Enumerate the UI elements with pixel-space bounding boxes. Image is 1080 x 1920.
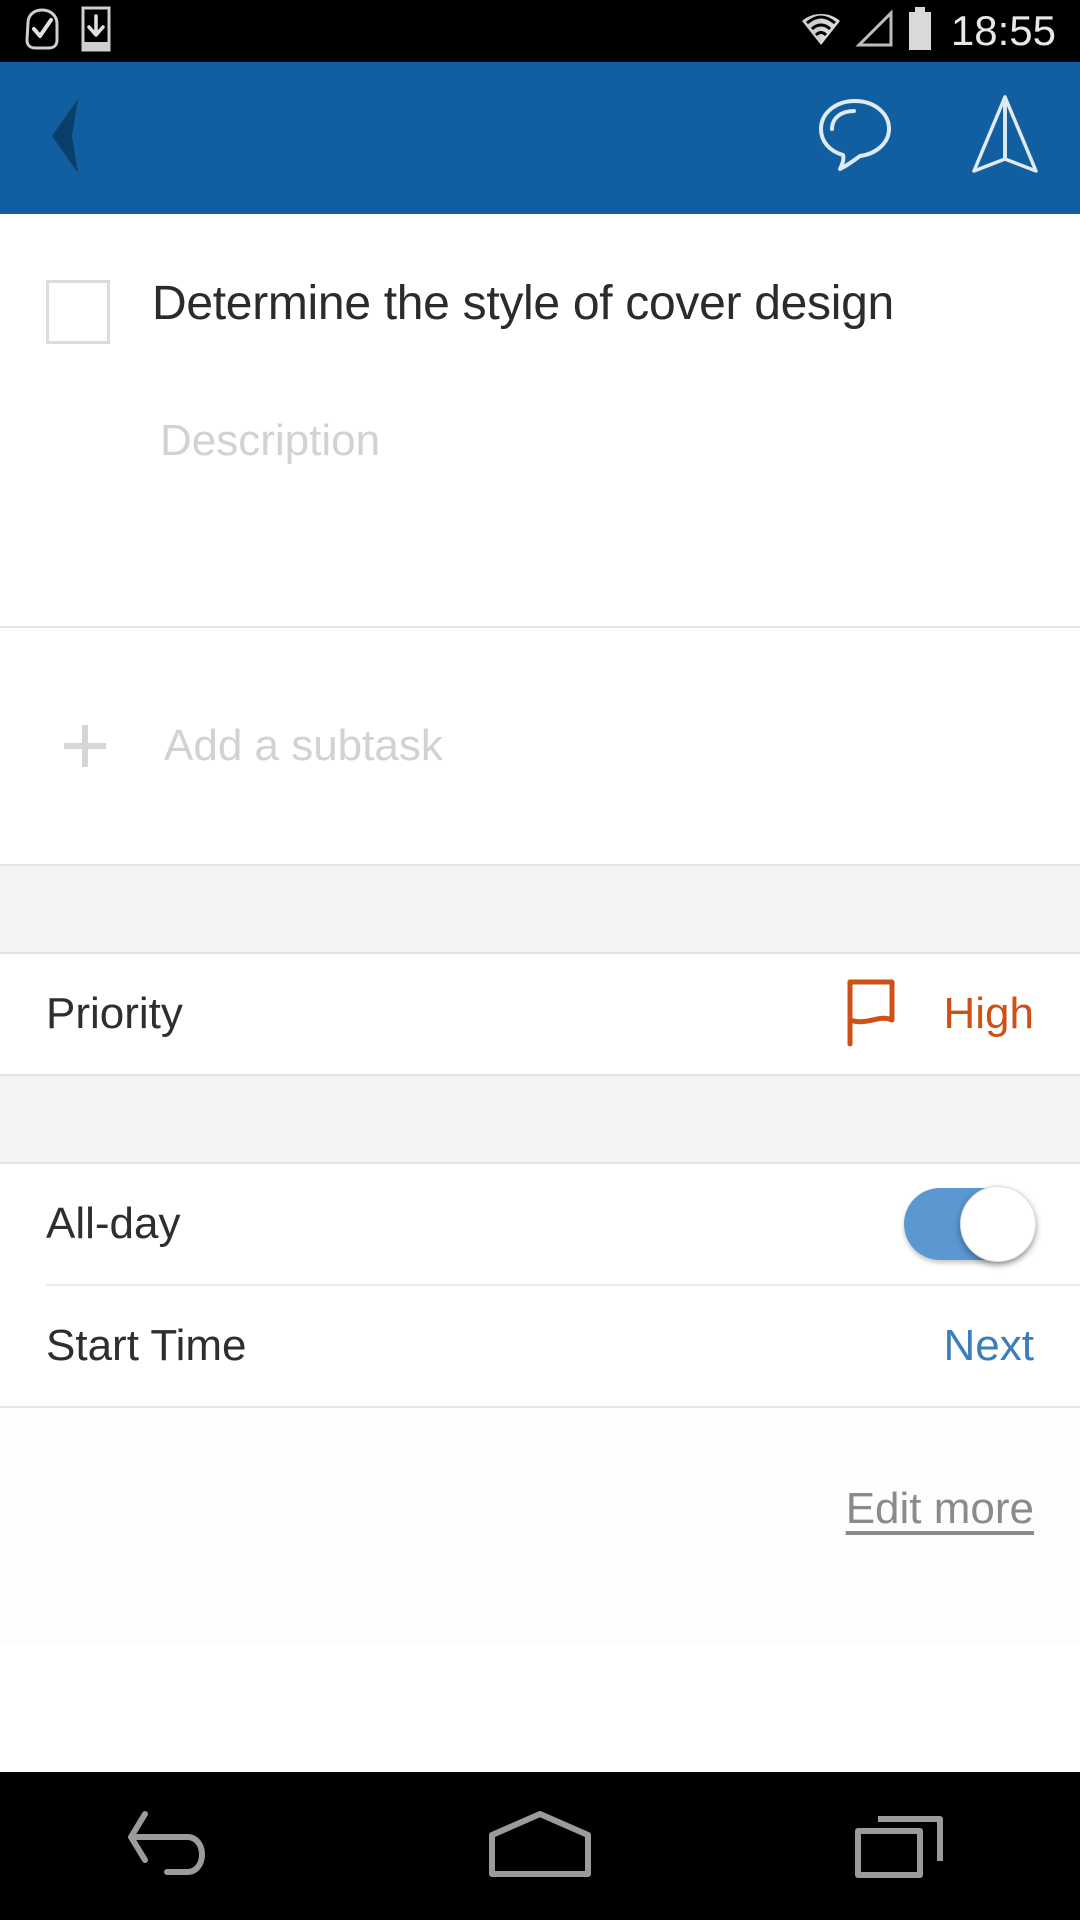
all-day-row[interactable]: All-day (0, 1164, 1080, 1284)
flag-icon (836, 974, 906, 1055)
description-placeholder[interactable]: Description (160, 416, 1040, 466)
comment-button[interactable] (780, 62, 930, 214)
plus-icon (52, 713, 122, 779)
wifi-icon (799, 8, 843, 55)
nav-home-button[interactable] (420, 1772, 660, 1920)
task-title-row: Determine the style of cover design (0, 214, 1080, 344)
status-bar-indicators: 18:55 (799, 6, 1080, 57)
footer-area: Edit more (0, 1408, 1080, 1644)
back-chevron-icon (38, 93, 92, 184)
send-button[interactable] (930, 62, 1080, 214)
send-paper-plane-icon (966, 93, 1044, 184)
task-check-notification-icon (22, 7, 62, 56)
priority-value: High (943, 989, 1035, 1038)
section-spacer-priority (0, 864, 1080, 954)
nav-recents-button[interactable] (780, 1772, 1020, 1920)
toolbar-actions (780, 62, 1080, 214)
nav-home-icon (482, 1808, 598, 1885)
task-detail-content: Determine the style of cover design Desc… (0, 214, 1080, 1772)
task-description-block[interactable]: Description (0, 344, 1080, 626)
status-bar: 18:55 (0, 0, 1080, 62)
start-time-label: Start Time (46, 1321, 247, 1370)
start-time-row[interactable]: Start Time Next (0, 1286, 1080, 1406)
all-day-toggle-group (904, 1186, 1036, 1262)
system-nav-bar (0, 1772, 1080, 1920)
priority-row[interactable]: Priority High (0, 954, 1080, 1074)
edit-more-link[interactable]: Edit more (846, 1484, 1034, 1534)
task-complete-checkbox[interactable] (46, 280, 110, 344)
comment-bubble-icon (812, 95, 898, 182)
nav-back-icon (125, 1804, 235, 1889)
priority-label: Priority (46, 989, 183, 1038)
app-toolbar (0, 62, 1080, 214)
status-bar-notifications (0, 6, 112, 57)
priority-value-group: High (836, 974, 1035, 1055)
start-time-value[interactable]: Next (944, 1321, 1034, 1371)
task-description-row: Description (0, 344, 1080, 466)
task-title[interactable]: Determine the style of cover design (152, 276, 894, 333)
nav-back-button[interactable] (60, 1772, 300, 1920)
app-screen: 18:55 Determine the style of cover desig… (0, 0, 1080, 1920)
add-subtask-placeholder: Add a subtask (164, 721, 443, 770)
cellular-signal-icon (853, 8, 895, 55)
toggle-knob (960, 1186, 1036, 1262)
battery-icon (905, 6, 935, 57)
all-day-toggle[interactable] (904, 1186, 1036, 1262)
start-time-value-group: Next (944, 1321, 1034, 1371)
all-day-label: All-day (46, 1199, 181, 1248)
add-subtask-row[interactable]: Add a subtask (0, 628, 1080, 864)
status-bar-clock: 18:55 (950, 7, 1056, 54)
download-notification-icon (80, 6, 112, 57)
section-spacer-schedule (0, 1074, 1080, 1164)
back-button[interactable] (0, 62, 130, 214)
nav-recents-icon (850, 1805, 950, 1888)
